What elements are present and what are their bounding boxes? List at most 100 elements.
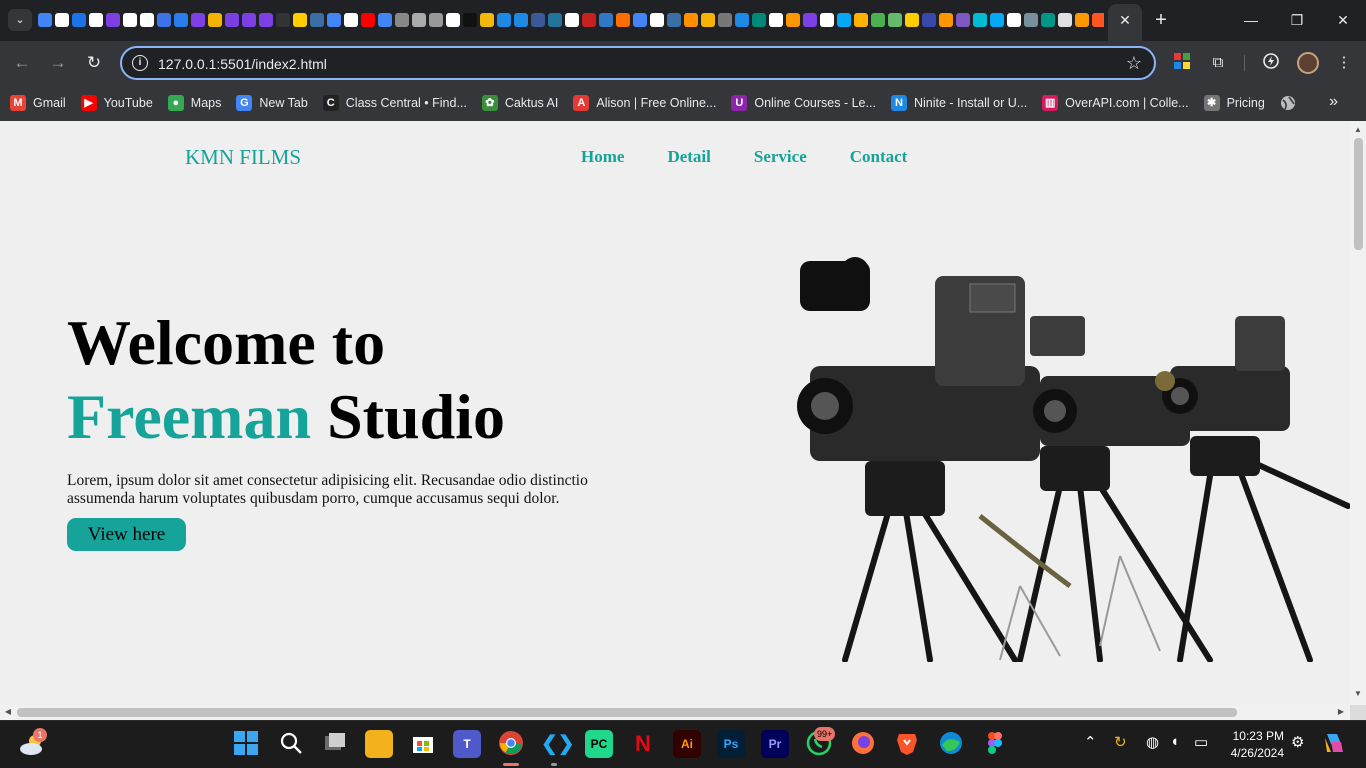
bookmark-item[interactable]: ▥ OverAPI.com | Colle...	[1042, 95, 1189, 111]
edge-icon[interactable]	[937, 730, 965, 758]
sync-icon[interactable]: ↻	[1114, 733, 1127, 751]
pinned-tab-favicon-icon[interactable]	[327, 13, 341, 27]
nav-contact[interactable]: Contact	[850, 147, 908, 167]
pinned-tab-favicon-icon[interactable]	[1041, 13, 1055, 27]
photoshop-icon[interactable]: Ps	[717, 730, 745, 758]
netflix-icon[interactable]: N	[629, 730, 657, 758]
pinned-tab-favicon-icon[interactable]	[633, 13, 647, 27]
clock-time[interactable]: 10:23 PM	[1232, 729, 1284, 743]
pinned-tab-favicon-icon[interactable]	[939, 13, 953, 27]
pinned-tab-favicon-icon[interactable]	[344, 13, 358, 27]
pinned-tab-favicon-icon[interactable]	[820, 13, 834, 27]
scroll-right-icon[interactable]: ▶	[1336, 707, 1346, 717]
vertical-scroll-thumb[interactable]	[1354, 138, 1363, 250]
teams-icon[interactable]: T	[453, 730, 481, 758]
tab-search-button[interactable]: ⌄	[8, 9, 32, 31]
new-tab-button[interactable]: +	[1150, 9, 1172, 31]
pinned-tab-favicon-icon[interactable]	[174, 13, 188, 27]
nav-home[interactable]: Home	[581, 147, 624, 167]
pinned-tab-favicon-icon[interactable]	[429, 13, 443, 27]
pinned-tab-favicon-icon[interactable]	[701, 13, 715, 27]
pinned-tab-favicon-icon[interactable]	[191, 13, 205, 27]
pinned-tab-favicon-icon[interactable]	[123, 13, 137, 27]
pinned-tab-favicon-icon[interactable]	[786, 13, 800, 27]
tab-close-icon[interactable]: ✕	[1115, 10, 1135, 30]
bookmark-item[interactable]: C Class Central • Find...	[322, 95, 467, 111]
reload-icon[interactable]: ↻	[82, 51, 106, 75]
pinned-tab-favicon-icon[interactable]	[854, 13, 868, 27]
address-bar[interactable]: i 127.0.0.1:5501/index2.html ☆	[120, 46, 1156, 80]
pinned-tab-favicon-icon[interactable]	[718, 13, 732, 27]
pinned-tab-favicon-icon[interactable]	[412, 13, 426, 27]
pinned-tab-favicon-icon[interactable]	[259, 13, 273, 27]
back-icon[interactable]: ←	[10, 51, 34, 75]
bookmark-item[interactable]: ✱ Pricing	[1203, 95, 1265, 111]
illustrator-icon[interactable]: Ai	[673, 730, 701, 758]
pinned-tab-favicon-icon[interactable]	[310, 13, 324, 27]
pinned-tab-favicon-icon[interactable]	[395, 13, 409, 27]
network-icon[interactable]: ◍	[1146, 733, 1159, 751]
view-here-button[interactable]: View here	[67, 518, 186, 551]
forward-icon[interactable]: →	[46, 51, 70, 75]
pinned-tab-favicon-icon[interactable]	[242, 13, 256, 27]
pinned-tab-favicon-icon[interactable]	[888, 13, 902, 27]
bookmark-item[interactable]: ✿ Caktus AI	[481, 95, 558, 111]
pinned-tab-favicon-icon[interactable]	[106, 13, 120, 27]
pinned-tab-favicon-icon[interactable]	[293, 13, 307, 27]
premiere-icon[interactable]: Pr	[761, 730, 789, 758]
bookmark-item[interactable]: ● Maps	[167, 95, 221, 111]
pinned-tab-favicon-icon[interactable]	[752, 13, 766, 27]
search-icon[interactable]	[277, 730, 305, 758]
pinned-tab-favicon-icon[interactable]	[208, 13, 222, 27]
nav-detail[interactable]: Detail	[667, 147, 710, 167]
scroll-up-icon[interactable]: ▲	[1353, 125, 1363, 135]
chrome-icon[interactable]	[497, 730, 525, 758]
figma-icon[interactable]	[981, 730, 1009, 758]
pinned-tab-favicon-icon[interactable]	[38, 13, 52, 27]
firefox-icon[interactable]	[849, 730, 877, 758]
pinned-tab-favicon-icon[interactable]	[650, 13, 664, 27]
pinned-tab-favicon-icon[interactable]	[1024, 13, 1038, 27]
bookmarks-overflow-icon[interactable]: »	[1329, 93, 1338, 111]
pinned-tab-favicon-icon[interactable]	[463, 13, 477, 27]
tray-overflow-icon[interactable]: ⌃	[1084, 733, 1097, 751]
extensions-icon[interactable]: ⧉	[1207, 52, 1229, 74]
microsoft-store-icon[interactable]	[409, 730, 437, 758]
pinned-tab-favicon-icon[interactable]	[599, 13, 613, 27]
bookmark-item[interactable]: M Gmail	[10, 95, 66, 111]
pinned-tab-favicon-icon[interactable]	[1092, 13, 1104, 27]
pinned-tab-favicon-icon[interactable]	[531, 13, 545, 27]
copilot-icon[interactable]	[1320, 730, 1348, 758]
url-text[interactable]: 127.0.0.1:5501/index2.html	[158, 56, 327, 72]
bookmark-globe-icon[interactable]	[1280, 95, 1296, 111]
scroll-left-icon[interactable]: ◀	[3, 707, 13, 717]
pinned-tab-favicon-icon[interactable]	[89, 13, 103, 27]
scroll-down-icon[interactable]: ▼	[1353, 689, 1363, 699]
pinned-tab-favicon-icon[interactable]	[616, 13, 630, 27]
pinned-tab-favicon-icon[interactable]	[565, 13, 579, 27]
pinned-tab-favicon-icon[interactable]	[582, 13, 596, 27]
pinned-tab-favicon-icon[interactable]	[735, 13, 749, 27]
pinned-tab-favicon-icon[interactable]	[514, 13, 528, 27]
pinned-tab-favicon-icon[interactable]	[497, 13, 511, 27]
pinned-tab-favicon-icon[interactable]	[803, 13, 817, 27]
pinned-tab-favicon-icon[interactable]	[990, 13, 1004, 27]
pinned-tab-favicon-icon[interactable]	[769, 13, 783, 27]
horizontal-scroll-thumb[interactable]	[17, 708, 1237, 717]
pinned-tab-favicon-icon[interactable]	[956, 13, 970, 27]
pinned-tab-favicon-icon[interactable]	[225, 13, 239, 27]
site-info-icon[interactable]: i	[132, 55, 148, 71]
extension-app-icon[interactable]	[1171, 52, 1193, 74]
pinned-tab-favicon-icon[interactable]	[72, 13, 86, 27]
pinned-tab-favicon-icon[interactable]	[973, 13, 987, 27]
pinned-tab-favicon-icon[interactable]	[871, 13, 885, 27]
pinned-tab-favicon-icon[interactable]	[361, 13, 375, 27]
battery-icon[interactable]: ▭	[1194, 733, 1208, 751]
profile-avatar[interactable]	[1297, 52, 1319, 74]
pinned-tab-favicon-icon[interactable]	[157, 13, 171, 27]
task-view-icon[interactable]	[321, 730, 349, 758]
close-window-button[interactable]: ✕	[1320, 0, 1366, 40]
bookmark-item[interactable]: U Online Courses - Le...	[731, 95, 876, 111]
site-logo[interactable]: KMN FILMS	[185, 145, 301, 170]
pinned-tab-favicon-icon[interactable]	[480, 13, 494, 27]
